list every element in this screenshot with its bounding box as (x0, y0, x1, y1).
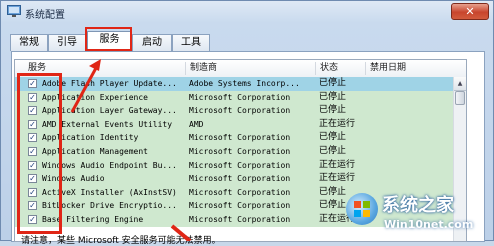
watermark: 系统之家 Win10net.com (340, 185, 494, 241)
arrow-to-list (170, 224, 192, 241)
arrow-to-tab (70, 59, 101, 113)
watermark-url: Win10net.com (384, 218, 474, 231)
watermark-title: 系统之家 (382, 195, 454, 216)
windows-logo-icon (354, 201, 370, 217)
